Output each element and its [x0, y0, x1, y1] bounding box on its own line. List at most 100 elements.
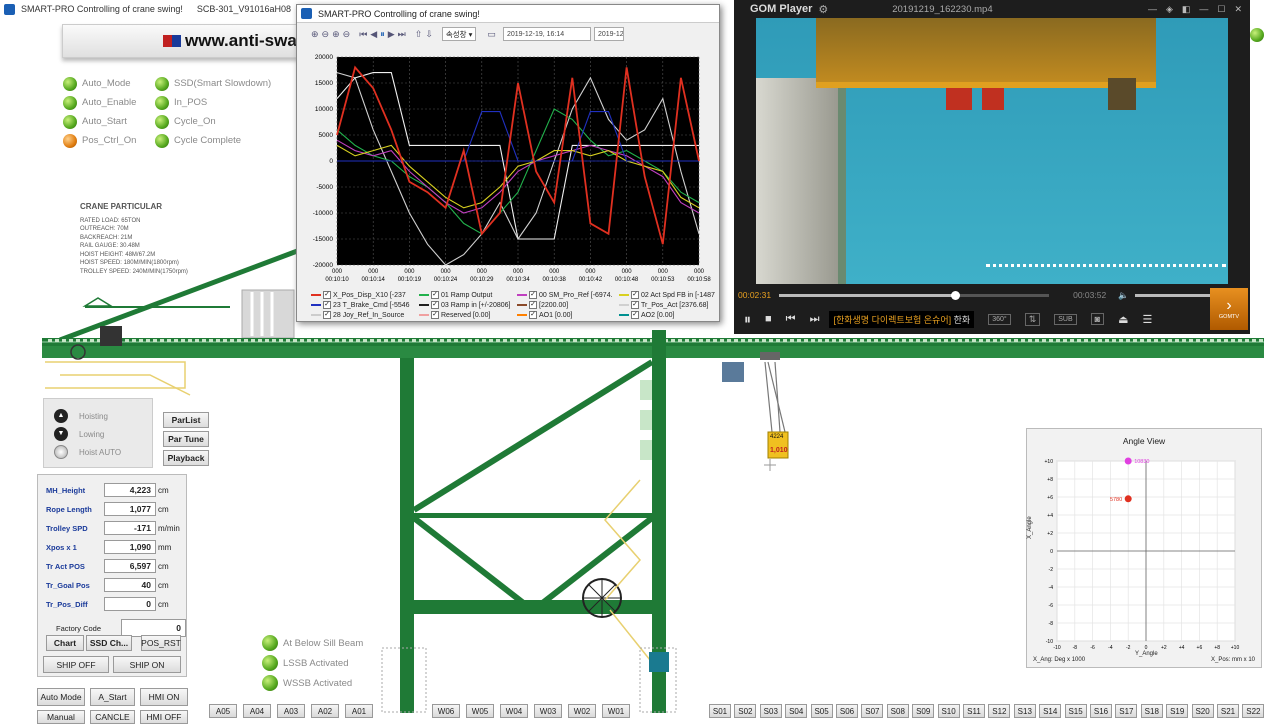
playback-button[interactable]: Playback [163, 450, 209, 466]
prev-icon[interactable]: ◀ [370, 29, 377, 40]
date-to-input[interactable]: 2019-12 [593, 27, 624, 41]
spot-button-s04[interactable]: S04 [785, 704, 808, 718]
spot-button-a03[interactable]: A03 [277, 704, 305, 718]
spot-button-s18[interactable]: S18 [1140, 704, 1163, 718]
spot-button-s01[interactable]: S01 [709, 704, 731, 718]
prev-icon[interactable]: ⏮ [786, 313, 796, 326]
spot-button-s12[interactable]: S12 [988, 704, 1011, 718]
legend-item[interactable]: ✓ 01 Ramp Output [419, 290, 517, 300]
pin-icon[interactable]: — [1148, 4, 1157, 15]
gomtv-button[interactable]: › GOMTV [1210, 288, 1248, 330]
screen-icon[interactable]: ▭ [487, 29, 496, 40]
auto-mode-button[interactable]: Auto Mode [37, 688, 85, 706]
first-icon[interactable]: ⏮ [359, 29, 367, 40]
spot-button-w03[interactable]: W03 [534, 704, 562, 718]
hmi-on-button[interactable]: HMI ON [140, 688, 188, 706]
last-icon[interactable]: ⏭ [398, 29, 406, 40]
spot-button-w04[interactable]: W04 [500, 704, 528, 718]
menu-icon[interactable]: ☰ [1142, 313, 1152, 326]
cancle-button[interactable]: CANCLE [90, 710, 135, 724]
parlist-button[interactable]: ParList [163, 412, 209, 428]
pos-rst-button[interactable]: POS_RST [141, 635, 181, 651]
down-icon[interactable]: ⇩ [425, 29, 433, 40]
hoist-auto[interactable]: Hoist AUTO [54, 443, 152, 461]
legend-item[interactable]: ✓ AO1 [0.00] [517, 310, 619, 320]
video-frame[interactable] [756, 18, 1228, 284]
spot-button-s21[interactable]: S21 [1217, 704, 1239, 718]
spot-button-w05[interactable]: W05 [466, 704, 494, 718]
hmi-off-button[interactable]: HMI OFF [140, 710, 188, 724]
legend-item[interactable]: ✓ 03 Ramp in [+/-20806] [419, 300, 517, 310]
next-icon[interactable]: ⏭ [810, 313, 820, 326]
property-dropdown[interactable]: 속성창 ▾ [441, 27, 477, 41]
seek-handle[interactable] [950, 290, 960, 300]
zoom-in-icon[interactable]: ⊕ [311, 29, 319, 40]
a-start-button[interactable]: A_Start [90, 688, 135, 706]
spot-button-s02[interactable]: S02 [734, 704, 757, 718]
manual-button[interactable]: Manual [37, 710, 85, 724]
spot-button-s06[interactable]: S06 [836, 704, 858, 718]
spot-button-s07[interactable]: S07 [861, 704, 884, 718]
spot-button-s09[interactable]: S09 [912, 704, 935, 718]
maximize-icon[interactable]: ☐ [1217, 4, 1225, 15]
chart-button[interactable]: Chart [46, 635, 84, 651]
spot-button-s17[interactable]: S17 [1115, 704, 1138, 718]
eject-icon[interactable]: ⏏ [1118, 313, 1128, 326]
legend-item[interactable]: ✓ 00 SM_Pro_Ref [-6974. [517, 290, 619, 300]
spot-button-w01[interactable]: W01 [602, 704, 630, 718]
spot-button-s14[interactable]: S14 [1039, 704, 1062, 718]
legend-item[interactable]: ✓ 28 Joy_Ref_In_Source [311, 310, 419, 320]
spot-button-s08[interactable]: S08 [886, 704, 909, 718]
tray-icon[interactable]: ◈ [1166, 4, 1173, 15]
vr360-button[interactable]: 360° [988, 313, 1011, 325]
up-icon[interactable]: ⇧ [415, 29, 423, 40]
ssd-chart-button[interactable]: SSD Ch... [86, 635, 132, 651]
spot-button-w06[interactable]: W06 [432, 704, 460, 718]
spot-button-s03[interactable]: S03 [759, 704, 782, 718]
spot-button-s05[interactable]: S05 [810, 704, 833, 718]
spot-button-s19[interactable]: S19 [1166, 704, 1189, 718]
hoist-lowing[interactable]: ▼ Lowing [54, 425, 152, 443]
spot-button-s20[interactable]: S20 [1191, 704, 1214, 718]
close-icon[interactable]: ✕ [1234, 4, 1242, 15]
seek-bar[interactable] [779, 290, 1050, 300]
shrink-icon[interactable]: ◧ [1182, 4, 1191, 15]
spot-button-s22[interactable]: S22 [1242, 704, 1265, 718]
spot-button-s13[interactable]: S13 [1013, 704, 1036, 718]
pause-icon[interactable]: ⏸ [744, 311, 751, 328]
legend-item[interactable]: ✓ AO2 [0.00] [619, 310, 715, 320]
stop-icon[interactable]: ■ [765, 313, 772, 325]
play-icon[interactable]: ▶ [388, 29, 395, 40]
legend-item[interactable]: ✓ 23 T_Brake_Cmd [-5546 [311, 300, 419, 310]
ship-on-button[interactable]: SHIP ON [113, 656, 181, 673]
legend-item[interactable]: ✓ 02 Act Spd FB in [-1487 [619, 290, 715, 300]
legend-item[interactable]: ✓ Reserved [0.00] [419, 310, 517, 320]
spot-button-a05[interactable]: A05 [209, 704, 237, 718]
equalizer-icon[interactable]: ⇅ [1024, 312, 1041, 326]
pause-icon[interactable]: ⏸ [380, 29, 385, 40]
zoom-out-icon[interactable]: ⊖ [322, 29, 330, 40]
sub-button[interactable]: SUB [1054, 313, 1077, 325]
spot-button-a04[interactable]: A04 [243, 704, 271, 718]
gear-icon[interactable]: ⚙ [818, 3, 828, 16]
spot-button-s16[interactable]: S16 [1090, 704, 1112, 718]
camera-icon[interactable]: ◙ [1090, 313, 1105, 325]
zoom-x-icon[interactable]: ⊕ [332, 29, 340, 40]
hoist-hoisting[interactable]: ▲ Hoisting [54, 407, 152, 425]
legend-item[interactable]: ✓ Tr_Pos_Act [2376.68] [619, 300, 715, 310]
volume-icon[interactable]: 🔈 [1118, 290, 1129, 301]
spot-button-s10[interactable]: S10 [937, 704, 960, 718]
volume-slider[interactable] [1134, 293, 1215, 297]
spot-button-a01[interactable]: A01 [345, 704, 373, 718]
minimize-icon[interactable]: — [1199, 4, 1208, 15]
legend-item[interactable]: ✓ X_Pos_Disp_X10 [-237 [311, 290, 419, 300]
spot-button-s15[interactable]: S15 [1064, 704, 1087, 718]
zoom-y-icon[interactable]: ⊖ [343, 29, 351, 40]
ship-off-button[interactable]: SHIP OFF [43, 656, 109, 673]
legend-item[interactable]: ✓ [2200.00] [517, 300, 619, 310]
spot-button-w02[interactable]: W02 [568, 704, 596, 718]
spot-button-s11[interactable]: S11 [963, 704, 985, 718]
date-from-input[interactable]: 2019-12-19, 16:14 [502, 27, 591, 41]
spot-button-a02[interactable]: A02 [311, 704, 339, 718]
partune-button[interactable]: Par Tune [163, 431, 209, 447]
